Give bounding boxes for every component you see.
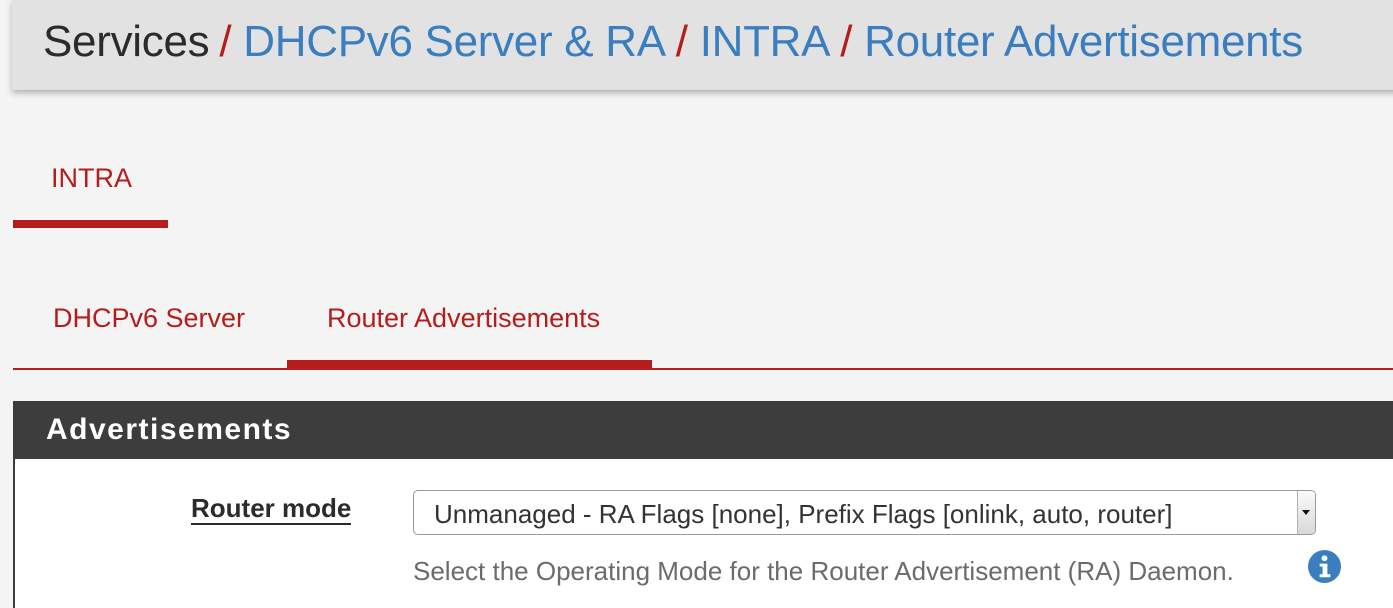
router-mode-selected-value: Unmanaged - RA Flags [none], Prefix Flag… [434,499,1173,529]
router-mode-select[interactable]: Unmanaged - RA Flags [none], Prefix Flag… [413,490,1316,535]
panel-header: Advertisements [15,403,1393,459]
breadcrumb: Services / DHCPv6 Server & RA / INTRA / Router… [43,14,1303,70]
tab-router-advertisements[interactable]: Router Advertisements [287,290,652,368]
tab-intra[interactable]: INTRA [13,150,168,228]
sub-tabs: DHCPv6 Server Router Advertisements [13,290,1393,370]
breadcrumb-root: Services [43,17,210,66]
breadcrumb-bar: Services / DHCPv6 Server & RA / INTRA / Router… [12,0,1393,90]
breadcrumb-link-intra[interactable]: INTRA [700,17,831,66]
breadcrumb-separator: / [840,17,853,66]
tab-dhcpv6-server-label: DHCPv6 Server [53,303,246,333]
tab-router-advertisements-label: Router Advertisements [327,303,601,333]
router-mode-label: Router mode [191,493,352,525]
info-circle-icon[interactable] [1307,549,1342,584]
dropdown-arrow-icon[interactable] [1297,491,1315,534]
breadcrumb-separator: / [675,17,688,66]
tab-intra-label: INTRA [51,163,132,193]
panel-title: Advertisements [46,413,293,446]
advertisements-panel: Advertisements Router mode Unmanaged - R… [13,401,1393,608]
breadcrumb-link-dhcpv6[interactable]: DHCPv6 Server & RA [243,17,666,66]
tab-dhcpv6-server[interactable]: DHCPv6 Server [13,290,287,368]
router-mode-help-text: Select the Operating Mode for the Router… [413,556,1234,586]
breadcrumb-link-router-advertisements[interactable]: Router Advertisements [864,17,1303,66]
page: Services / DHCPv6 Server & RA / INTRA / Router… [0,0,1393,608]
breadcrumb-separator: / [219,17,232,66]
